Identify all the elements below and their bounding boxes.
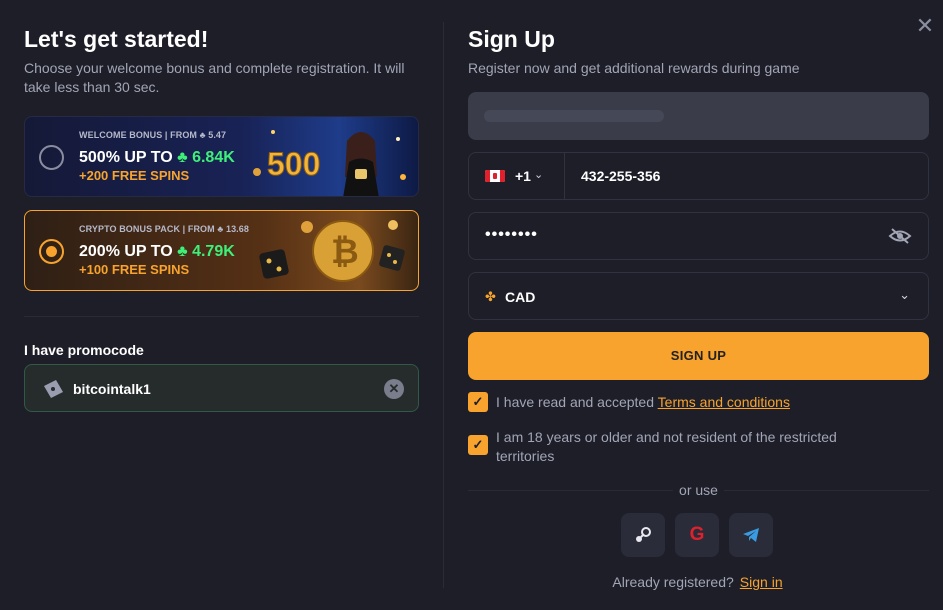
terms-link[interactable]: Terms and conditions <box>658 394 790 410</box>
eye-off-icon[interactable] <box>888 227 912 245</box>
svg-text:500: 500 <box>267 146 320 182</box>
bonus-headline: 500% UP TO ♣ 6.84K <box>79 149 235 166</box>
canada-flag-icon <box>485 170 505 182</box>
telegram-icon <box>743 528 759 542</box>
promo-value: bitcointalk1 <box>73 381 151 397</box>
phone-value: 432-255-356 <box>581 168 661 184</box>
promo-input[interactable]: bitcointalk1 ✕ <box>24 364 419 412</box>
bonus-artwork-image: ₿ <box>259 220 405 282</box>
bonus-headline: 200% UP TO ♣ 4.79K <box>79 243 235 260</box>
signup-panel: ✕ Sign Up Register now and get additiona… <box>444 0 943 610</box>
bonus-card-crypto[interactable]: CRYPTO BONUS PACK | FROM ♣ 13.68 200% UP… <box>24 210 419 291</box>
bonus-caption: WELCOME BONUS | FROM ♣ 5.47 <box>79 130 227 140</box>
bonus-radio-selected[interactable] <box>39 239 64 264</box>
chevron-down-icon: ⌄ <box>534 169 544 181</box>
steam-icon <box>636 527 651 542</box>
google-login-button[interactable]: G <box>675 513 719 557</box>
age-checkbox[interactable]: ✓ <box>468 435 488 455</box>
bonus-caption: CRYPTO BONUS PACK | FROM ♣ 13.68 <box>79 224 249 234</box>
password-value: •••••••• <box>485 226 538 243</box>
maple-leaf-icon: ✤ <box>485 289 496 304</box>
google-icon: G <box>689 524 705 545</box>
promo-label: I have promocode <box>24 342 144 358</box>
age-text: I am 18 years or older and not resident … <box>496 429 837 464</box>
svg-text:₿: ₿ <box>331 233 359 271</box>
signup-title: Sign Up <box>468 26 555 52</box>
clear-icon[interactable]: ✕ <box>384 379 404 399</box>
already-registered: Already registered? Sign in <box>612 574 783 590</box>
telegram-login-button[interactable] <box>729 513 773 557</box>
currency-value: CAD <box>505 289 536 305</box>
chevron-down-icon: ⌄ <box>899 287 910 302</box>
or-use-divider: or use <box>468 482 929 498</box>
sign-up-button[interactable]: SIGN UP <box>468 332 929 380</box>
email-field[interactable] <box>468 92 929 140</box>
page-title: Let's get started! <box>24 26 209 52</box>
password-field[interactable]: •••••••• <box>468 212 929 260</box>
phone-field[interactable]: +1 ⌄ 432-255-356 <box>468 152 929 200</box>
bonus-artwork-image: 500 <box>253 130 406 196</box>
ticket-icon <box>44 380 63 398</box>
bonus-card-welcome[interactable]: WELCOME BONUS | FROM ♣ 5.47 500% UP TO ♣… <box>24 116 419 197</box>
section-divider <box>24 316 419 317</box>
steam-login-button[interactable] <box>621 513 665 557</box>
bonus-subtitle: Choose your welcome bonus and complete r… <box>24 60 405 95</box>
currency-select[interactable]: ✤ CAD ⌄ <box>468 272 929 320</box>
close-icon[interactable]: ✕ <box>915 15 935 37</box>
bonus-panel: Let's get started! Choose your welcome b… <box>0 0 444 610</box>
signup-subtitle: Register now and get additional rewards … <box>468 60 800 76</box>
terms-checkbox[interactable]: ✓ <box>468 392 488 412</box>
country-code-select[interactable]: +1 ⌄ <box>469 153 565 199</box>
bonus-spins: +200 FREE SPINS <box>79 168 190 183</box>
registration-modal: Let's get started! Choose your welcome b… <box>0 0 943 610</box>
terms-text: I have read and accepted Terms and condi… <box>496 394 790 410</box>
country-code: +1 <box>515 168 531 184</box>
sign-in-link[interactable]: Sign in <box>740 574 783 590</box>
bonus-spins: +100 FREE SPINS <box>79 262 190 277</box>
bonus-radio[interactable] <box>39 145 64 170</box>
